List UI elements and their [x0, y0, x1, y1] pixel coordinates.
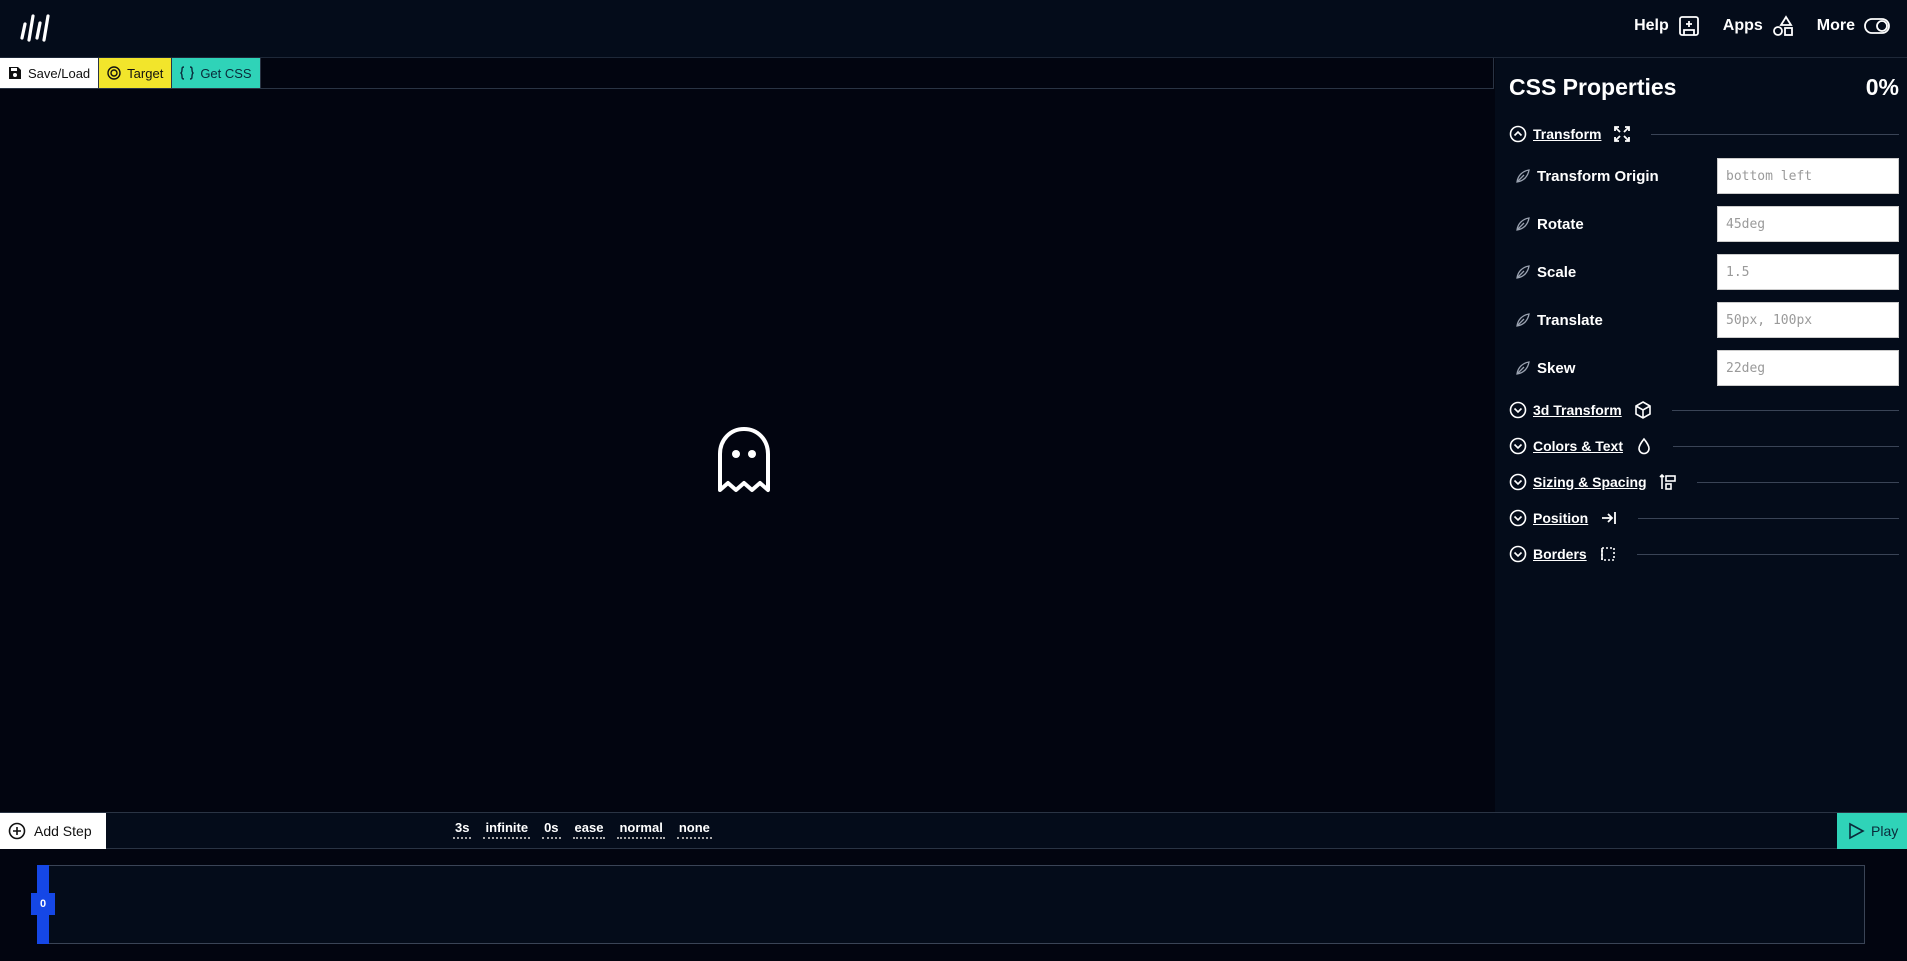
section-divider [1636, 553, 1899, 555]
section-3d-transform[interactable]: 3d Transform [1509, 392, 1899, 428]
help-label: Help [1634, 17, 1669, 34]
ghost-icon[interactable] [717, 427, 771, 493]
panel-title: CSS Properties [1509, 73, 1677, 100]
prop-label: Translate [1537, 311, 1603, 329]
leaf-icon [1516, 361, 1530, 375]
transform-origin-input[interactable] [1717, 158, 1899, 194]
target-button[interactable]: Target [99, 58, 173, 88]
top-nav: Help Apps More [1634, 14, 1891, 38]
plus-circle-icon [8, 822, 26, 840]
section-sizing-spacing-label[interactable]: Sizing & Spacing [1533, 474, 1647, 490]
apps-menu[interactable]: Apps [1723, 14, 1795, 38]
prop-rotate: Rotate [1509, 200, 1899, 248]
animation-settings: 3s infinite 0s ease normal none [453, 820, 712, 839]
spacing-icon [1659, 473, 1676, 490]
skew-input[interactable] [1717, 350, 1899, 386]
play-icon [1849, 822, 1865, 840]
chevron-down-icon [1509, 473, 1527, 491]
chevron-down-icon [1509, 437, 1527, 455]
translate-input[interactable] [1717, 302, 1899, 338]
stage-toolbar: Save/Load Target Get CSS [0, 58, 1494, 89]
section-divider [1651, 133, 1899, 135]
timeline-controls: Add Step 3s infinite 0s ease normal none… [0, 812, 1907, 849]
floppy-disk-icon [9, 67, 21, 79]
save-load-button[interactable]: Save/Load [0, 58, 100, 88]
delay-setting[interactable]: 0s [542, 820, 561, 839]
panel-header: CSS Properties 0% [1509, 58, 1899, 116]
target-label: Target [127, 65, 164, 81]
prop-transform-origin: Transform Origin [1509, 152, 1899, 200]
section-divider [1671, 409, 1899, 411]
prop-label: Transform Origin [1537, 167, 1659, 185]
more-menu[interactable]: More [1817, 14, 1891, 38]
scale-input[interactable] [1717, 254, 1899, 290]
droplet-icon [1638, 437, 1650, 455]
direction-setting[interactable]: normal [617, 820, 665, 839]
chevron-down-icon [1509, 401, 1527, 419]
section-transform[interactable]: Transform [1509, 116, 1899, 152]
iteration-setting[interactable]: infinite [483, 820, 531, 839]
chevron-up-icon [1509, 125, 1527, 143]
duration-setting[interactable]: 3s [453, 820, 472, 839]
expand-arrows-icon [1614, 126, 1631, 142]
leaf-icon [1516, 169, 1530, 183]
braces-icon [180, 66, 195, 80]
prop-skew: Skew [1509, 344, 1899, 392]
stage-container: Save/Load Target Get CSS [0, 58, 1494, 812]
target-icon [107, 66, 121, 80]
timeline-track[interactable] [38, 865, 1865, 944]
step-marker-label[interactable]: 0 [31, 893, 55, 915]
section-divider [1672, 445, 1899, 447]
top-bar: Help Apps More [0, 0, 1907, 58]
fill-mode-setting[interactable]: none [676, 820, 712, 839]
prop-scale: Scale [1509, 248, 1899, 296]
chevron-down-icon [1509, 545, 1527, 563]
play-label: Play [1871, 823, 1899, 839]
section-transform-label[interactable]: Transform [1533, 126, 1601, 142]
prop-label: Skew [1537, 359, 1576, 377]
leaf-icon [1516, 217, 1530, 231]
css-properties-panel: CSS Properties 0% Transform Transform Or… [1495, 58, 1907, 812]
border-icon [1600, 547, 1615, 561]
help-menu[interactable]: Help [1634, 14, 1701, 38]
cube-icon [1634, 401, 1651, 419]
apps-label: Apps [1722, 17, 1763, 34]
prop-label: Rotate [1537, 215, 1584, 233]
section-3d-transform-label[interactable]: 3d Transform [1533, 402, 1622, 418]
section-colors-text-label[interactable]: Colors & Text [1533, 438, 1623, 454]
section-position-label[interactable]: Position [1533, 510, 1588, 526]
section-borders-label[interactable]: Borders [1533, 546, 1587, 562]
leaf-icon [1516, 313, 1530, 327]
section-divider [1696, 481, 1899, 483]
add-step-label: Add Step [34, 823, 92, 839]
timeline-track-area: 0 [0, 849, 1907, 961]
easing-setting[interactable]: ease [572, 820, 606, 839]
play-button[interactable]: Play [1837, 813, 1907, 849]
section-sizing-spacing[interactable]: Sizing & Spacing [1509, 464, 1899, 500]
add-step-button[interactable]: Add Step [0, 813, 106, 849]
section-colors-text[interactable]: Colors & Text [1509, 428, 1899, 464]
get-css-button[interactable]: Get CSS [172, 58, 261, 88]
section-divider [1638, 517, 1899, 519]
rotate-input[interactable] [1717, 206, 1899, 242]
more-label: More [1816, 17, 1855, 34]
help-icon [1678, 16, 1699, 36]
prop-label: Scale [1537, 263, 1577, 281]
preview-stage [0, 89, 1494, 812]
save-load-label: Save/Load [28, 65, 91, 81]
app-logo-icon[interactable] [18, 10, 52, 44]
get-css-label: Get CSS [200, 65, 252, 81]
section-borders[interactable]: Borders [1509, 536, 1899, 572]
keyframe-percent: 0% [1865, 73, 1899, 100]
arrow-to-line-icon [1602, 512, 1617, 524]
prop-translate: Translate [1509, 296, 1899, 344]
leaf-icon [1516, 265, 1530, 279]
toggle-icon [1864, 18, 1890, 34]
shapes-icon [1772, 15, 1793, 36]
chevron-down-icon [1509, 509, 1527, 527]
section-position[interactable]: Position [1509, 500, 1899, 536]
